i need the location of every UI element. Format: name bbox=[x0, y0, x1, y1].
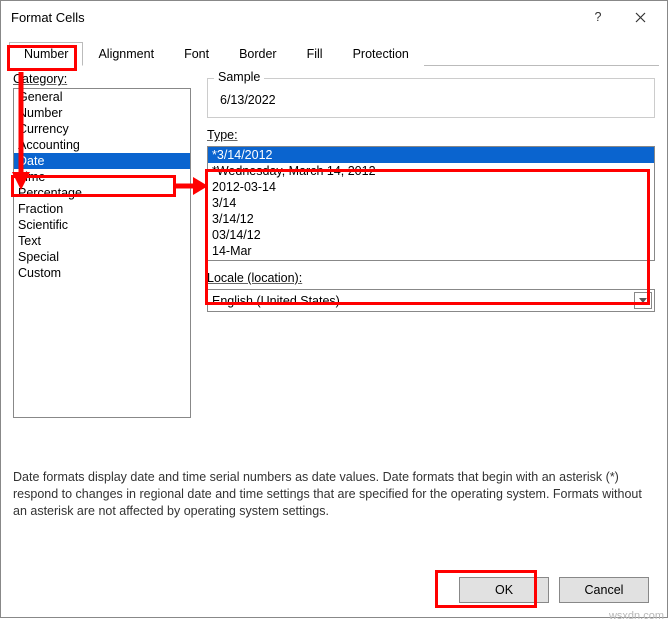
type-item[interactable]: 3/14 bbox=[208, 195, 654, 211]
type-label: Type: bbox=[207, 128, 238, 142]
category-item-currency[interactable]: Currency bbox=[14, 121, 190, 137]
format-cells-dialog: Format Cells ? NumberAlignmentFontBorder… bbox=[0, 0, 668, 618]
category-item-custom[interactable]: Custom bbox=[14, 265, 190, 281]
help-button[interactable]: ? bbox=[577, 3, 619, 31]
locale-value: English (United States) bbox=[212, 294, 340, 308]
tab-font[interactable]: Font bbox=[169, 42, 224, 66]
ok-button[interactable]: OK bbox=[459, 577, 549, 603]
cancel-button[interactable]: Cancel bbox=[559, 577, 649, 603]
cancel-button-label: Cancel bbox=[585, 583, 624, 597]
watermark: wsxdn.com bbox=[609, 610, 664, 622]
help-text: Date formats display date and time seria… bbox=[13, 469, 655, 520]
titlebar: Format Cells ? bbox=[1, 1, 667, 33]
category-label: Category: bbox=[13, 72, 67, 86]
type-item[interactable]: 2012-03-14 bbox=[208, 179, 654, 195]
category-item-accounting[interactable]: Accounting bbox=[14, 137, 190, 153]
category-column: Category: GeneralNumberCurrencyAccountin… bbox=[13, 72, 191, 418]
sample-value: 6/13/2022 bbox=[218, 93, 644, 107]
tab-number[interactable]: Number bbox=[9, 42, 83, 66]
tab-protection[interactable]: Protection bbox=[338, 42, 424, 66]
dialog-title: Format Cells bbox=[11, 10, 577, 25]
locale-label: Locale (location): bbox=[207, 271, 302, 285]
category-item-special[interactable]: Special bbox=[14, 249, 190, 265]
type-item[interactable]: *3/14/2012 bbox=[208, 147, 654, 163]
button-row: OK Cancel bbox=[459, 577, 649, 603]
tabs-container: NumberAlignmentFontBorderFillProtection bbox=[1, 33, 667, 66]
category-item-time[interactable]: Time bbox=[14, 169, 190, 185]
right-column: Sample 6/13/2022 Type: *3/14/2012*Wednes… bbox=[207, 78, 655, 312]
type-item[interactable]: 03/14/12 bbox=[208, 227, 654, 243]
category-item-date[interactable]: Date bbox=[14, 153, 190, 169]
ok-button-label: OK bbox=[495, 583, 513, 597]
category-item-fraction[interactable]: Fraction bbox=[14, 201, 190, 217]
tab-fill[interactable]: Fill bbox=[292, 42, 338, 66]
sample-label: Sample bbox=[214, 70, 264, 84]
type-item[interactable]: 3/14/12 bbox=[208, 211, 654, 227]
category-item-text[interactable]: Text bbox=[14, 233, 190, 249]
category-list[interactable]: GeneralNumberCurrencyAccountingDateTimeP… bbox=[13, 88, 191, 418]
category-item-percentage[interactable]: Percentage bbox=[14, 185, 190, 201]
type-item[interactable]: 14-Mar bbox=[208, 243, 654, 259]
close-icon bbox=[635, 12, 646, 23]
tab-border[interactable]: Border bbox=[224, 42, 292, 66]
type-list[interactable]: *3/14/2012*Wednesday, March 14, 20122012… bbox=[207, 146, 655, 261]
help-icon: ? bbox=[595, 10, 602, 24]
sample-groupbox: Sample 6/13/2022 bbox=[207, 78, 655, 118]
category-item-general[interactable]: General bbox=[14, 89, 190, 105]
locale-dropdown[interactable]: English (United States) bbox=[207, 289, 655, 312]
tab-alignment[interactable]: Alignment bbox=[83, 42, 169, 66]
dropdown-arrow-icon bbox=[634, 292, 652, 309]
type-item[interactable]: *Wednesday, March 14, 2012 bbox=[208, 163, 654, 179]
category-item-number[interactable]: Number bbox=[14, 105, 190, 121]
close-button[interactable] bbox=[619, 3, 661, 31]
category-item-scientific[interactable]: Scientific bbox=[14, 217, 190, 233]
